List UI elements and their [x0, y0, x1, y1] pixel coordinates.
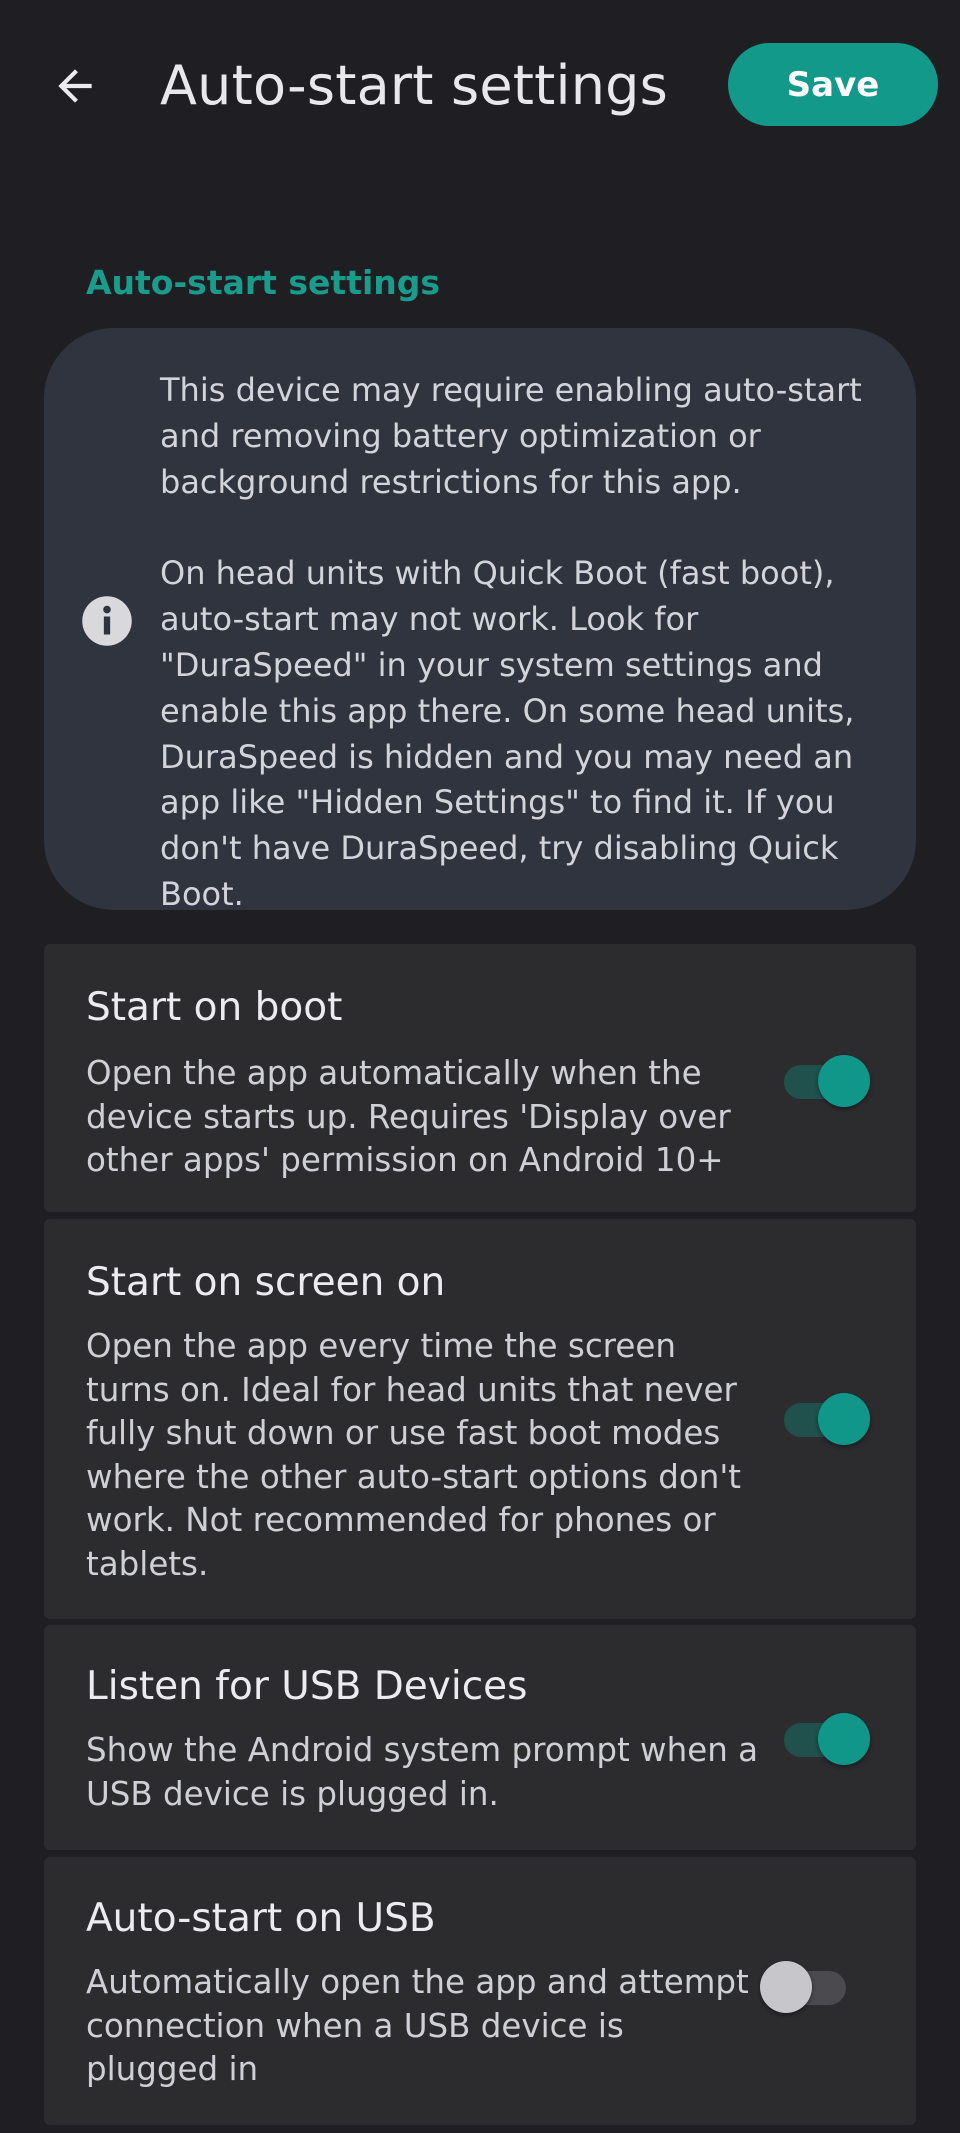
setting-description: Show the Android system prompt when a US…: [86, 1731, 759, 1813]
page-title: Auto-start settings: [160, 54, 668, 117]
info-icon: [82, 596, 132, 646]
save-button[interactable]: Save: [728, 43, 938, 126]
start-on-screen-on-toggle[interactable]: [780, 1389, 870, 1449]
setting-start-on-boot[interactable]: Start on boot Open the app automatically…: [44, 944, 916, 1212]
setting-title: Start on screen on: [86, 1260, 446, 1305]
setting-auto-start-on-usb[interactable]: Auto-start on USB Automatically open the…: [44, 1857, 916, 2125]
auto-start-on-usb-toggle[interactable]: [760, 1957, 846, 2017]
section-title: Auto-start settings: [86, 263, 441, 302]
start-on-boot-toggle[interactable]: [780, 1051, 870, 1111]
setting-description: Open the app automatically when the devi…: [86, 1054, 731, 1179]
arrow-left-icon: [58, 69, 92, 103]
switch-thumb: [818, 1713, 870, 1765]
info-text: This device may require enabling auto-st…: [160, 368, 890, 918]
setting-listen-for-usb-devices[interactable]: Listen for USB Devices Show the Android …: [44, 1625, 916, 1850]
setting-title: Auto-start on USB: [86, 1896, 436, 1941]
setting-description: Automatically open the app and attempt c…: [86, 1963, 749, 2088]
setting-start-on-screen-on[interactable]: Start on screen on Open the app every ti…: [44, 1219, 916, 1619]
setting-title: Start on boot: [86, 985, 343, 1030]
switch-thumb: [818, 1393, 870, 1445]
switch-thumb: [760, 1961, 812, 2013]
info-paragraph-1: This device may require enabling auto-st…: [160, 371, 862, 501]
info-paragraph-2: On head units with Quick Boot (fast boot…: [160, 554, 855, 913]
back-button[interactable]: [40, 56, 110, 116]
app-bar: Auto-start settings Save: [0, 0, 960, 176]
setting-title: Listen for USB Devices: [86, 1664, 528, 1709]
switch-thumb: [818, 1055, 870, 1107]
listen-for-usb-devices-toggle[interactable]: [780, 1709, 870, 1769]
setting-description: Open the app every time the screen turns…: [86, 1327, 742, 1583]
